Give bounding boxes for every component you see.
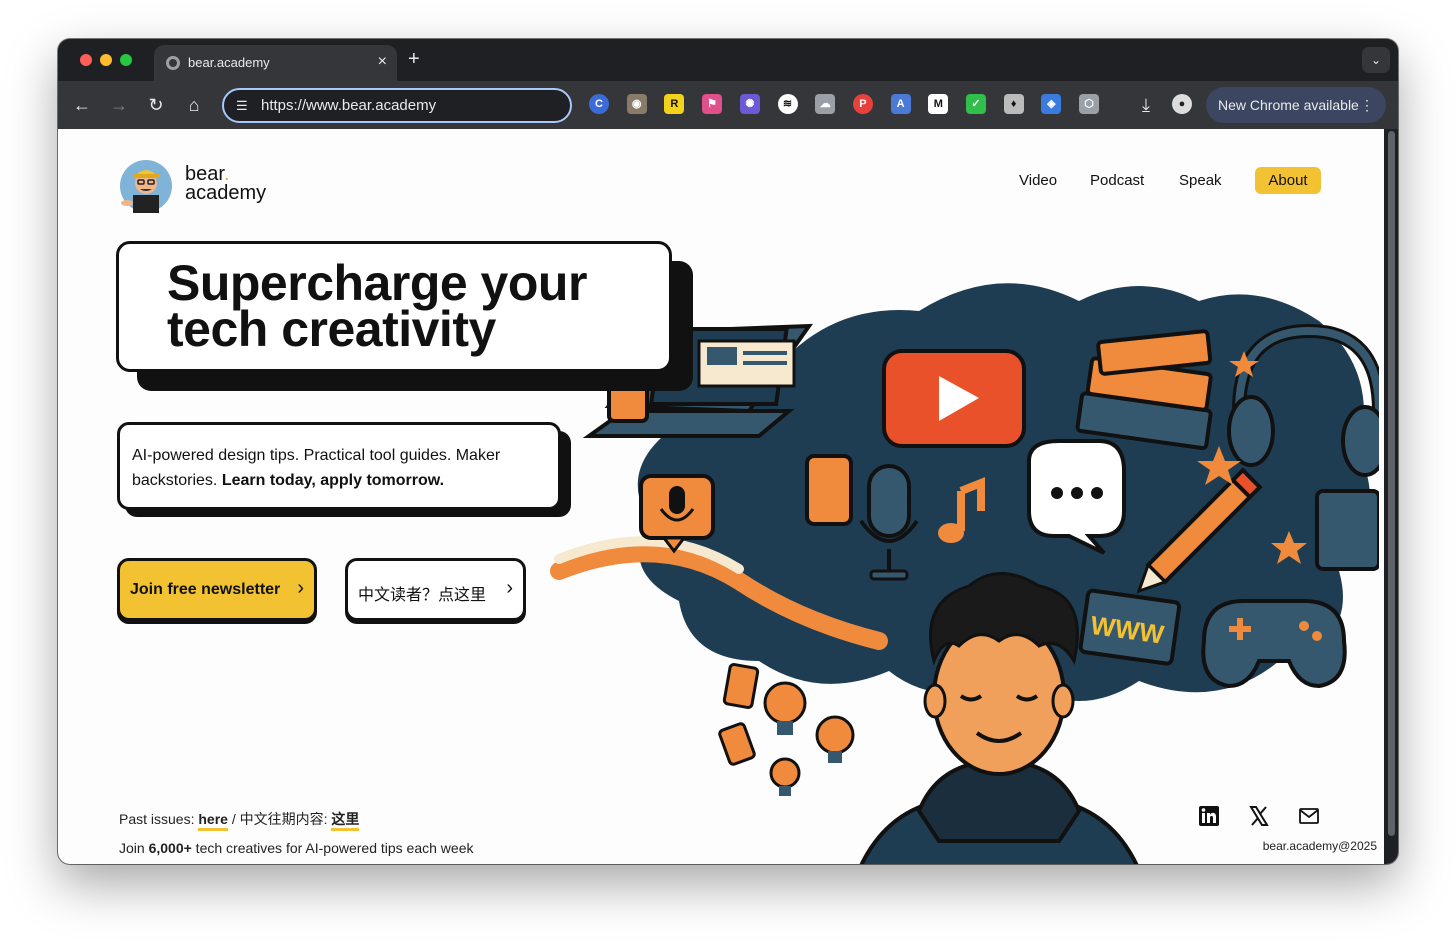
microphone-bubble-icon [639,474,715,554]
minimize-window-button[interactable] [100,54,112,66]
extension-icon[interactable]: ⬡ [1079,94,1100,114]
nav-about-button[interactable]: About [1255,167,1321,194]
web-page: bear. academy Video Podcast Speak About [69,141,1384,864]
nav-speak-link[interactable]: Speak [1179,172,1222,189]
profile-avatar[interactable]: ● [1172,94,1192,114]
chevron-right-icon: › [506,577,513,599]
notebook-icon [1315,489,1379,571]
site-settings-icon[interactable]: ☰ [236,98,248,114]
browser-toolbar: ← → ↻ ⌂ ☰ https://www.bear.academy C ◉ R ⚑ ✺… [58,81,1398,129]
forward-button[interactable]: → [107,93,131,117]
reload-button[interactable]: ↻ [144,93,168,117]
extension-icon[interactable]: ✓ [966,94,986,114]
browser-window: bear.academy × + ⌄ ← → ↻ ⌂ ☰ https://www… [58,39,1398,864]
browser-tab[interactable]: bear.academy × [154,45,397,81]
new-tab-button[interactable]: + [408,48,420,70]
nav-podcast-link[interactable]: Podcast [1090,172,1144,189]
join-prefix: Join [119,840,149,856]
chrome-update-button[interactable]: New Chrome available ⋮ [1206,87,1386,123]
www-sign-icon: WWW [1078,588,1182,666]
back-button[interactable]: ← [70,93,94,117]
hero-title-line2: tech creativity [167,301,496,357]
address-bar[interactable]: ☰ https://www.bear.academy [222,88,572,123]
extension-icon[interactable]: ≋ [777,94,798,114]
past-issues-line: Past issues: here / 中文往期内容: 这里 [119,809,360,831]
more-menu-icon[interactable]: ⋮ [1360,87,1374,123]
page-viewport: bear. academy Video Podcast Speak About [58,129,1398,864]
hero-title: Supercharge your tech creativity [167,258,587,354]
chat-bubble-icon [1027,439,1126,555]
subscriber-count-line: Join 6,000+ tech creatives for AI-powere… [119,840,474,856]
past-issues-prefix: Past issues: [119,811,199,827]
chinese-readers-button[interactable]: 中文读者？点这里 › [345,558,526,621]
extension-icon[interactable]: ☁ [815,94,836,114]
logo-line2: academy [185,182,267,204]
close-tab-icon[interactable]: × [378,53,387,71]
hero-title-card: Supercharge your tech creativity [116,241,672,372]
books-icon [1075,329,1213,451]
extension-icon[interactable]: M [928,94,949,114]
logo-avatar[interactable] [119,159,173,213]
home-button[interactable]: ⌂ [182,93,206,117]
join-newsletter-button[interactable]: Join free newsletter › [117,558,317,621]
extension-icon[interactable]: R [664,94,685,114]
tablet-icon [805,454,853,526]
nav-video-link[interactable]: Video [1019,172,1057,189]
extension-icon[interactable]: C [589,94,609,114]
scrollbar-thumb[interactable] [1388,131,1395,836]
linkedin-icon[interactable] [1198,805,1220,827]
extension-icon[interactable]: ✺ [739,94,760,114]
join-newsletter-label: Join free newsletter [130,581,281,598]
join-suffix: tech creatives for AI-powered tips each … [191,840,474,856]
cn-past-issues-link[interactable]: 这里 [331,811,360,831]
tab-title: bear.academy [188,55,270,70]
chevron-right-icon: › [297,577,304,599]
download-button[interactable]: ⤓ [1134,93,1158,117]
extension-icon[interactable]: ◈ [1041,94,1062,114]
extension-icon[interactable]: ◉ [626,94,647,114]
maximize-window-button[interactable] [120,54,132,66]
copyright-text: bear.academy@2025 [1262,839,1377,853]
extension-icon[interactable]: ⚑ [702,94,723,114]
extension-icon[interactable]: P [852,94,873,114]
x-twitter-icon[interactable] [1248,805,1270,827]
scrollbar[interactable] [1384,129,1398,864]
cn-past-issues-prefix: 中文往期内容: [239,811,332,827]
extension-icon[interactable]: A [890,94,911,114]
email-icon[interactable] [1298,805,1320,827]
close-window-button[interactable] [80,54,92,66]
extension-icon[interactable]: ♦ [1003,94,1024,114]
tab-search-button[interactable]: ⌄ [1362,47,1390,73]
globe-icon [166,56,180,70]
chrome-update-label: New Chrome available [1218,97,1359,113]
tab-bar: bear.academy × + ⌄ [58,39,1398,81]
subtitle-bold: Learn today, apply tomorrow. [221,472,445,489]
past-issues-link[interactable]: here [198,811,228,831]
past-issues-separator: / [227,811,240,827]
logo-text[interactable]: bear. academy [185,164,267,204]
youtube-play-icon [882,349,1026,448]
subtitle-text: AI-powered design tips. Practical tool g… [132,443,542,493]
chinese-readers-label: 中文读者？点这里 [358,587,487,604]
subscriber-count: 6,000+ [148,840,192,856]
url-text[interactable]: https://www.bear.academy [261,97,436,114]
subtitle-card: AI-powered design tips. Practical tool g… [117,422,561,510]
game-controller-icon [1201,599,1347,689]
